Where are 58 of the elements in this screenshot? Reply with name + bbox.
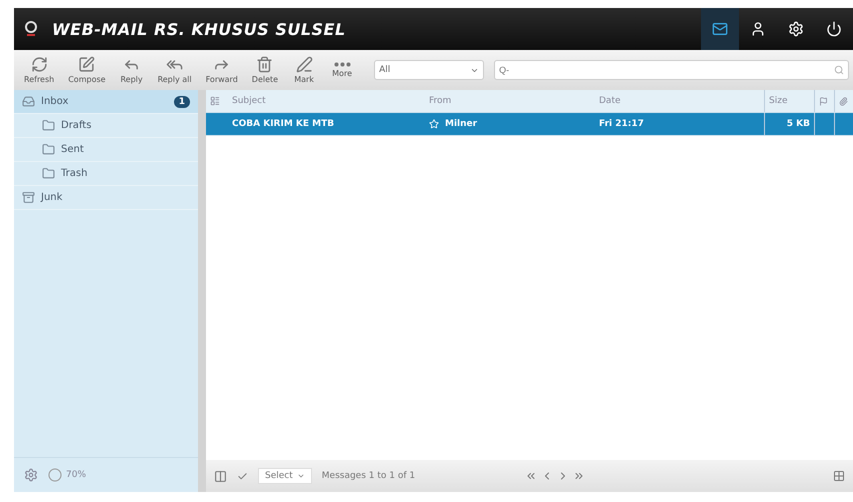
person-icon	[750, 21, 766, 37]
mark-button[interactable]: Mark	[286, 52, 322, 88]
message-size: 5 KB	[786, 119, 810, 129]
first-page-icon[interactable]	[525, 470, 538, 482]
folder-item[interactable]: Junk	[14, 186, 198, 210]
message-row[interactable]: COBA KIRIM KE MTB Milner Fri 21:17 5 KB	[206, 113, 853, 136]
more-button[interactable]: More	[324, 52, 360, 88]
inbox-icon	[22, 95, 35, 108]
folder-icon	[42, 167, 55, 180]
delete-icon	[256, 56, 274, 73]
paperclip-icon	[839, 96, 848, 106]
star-icon[interactable]	[429, 119, 439, 129]
caret-icon	[296, 472, 305, 480]
message-date: Fri 21:17	[599, 119, 644, 129]
app-title: WEB-MAIL RS. KHUSUS SULSEL	[52, 20, 347, 38]
mail-icon	[712, 21, 728, 37]
message-sender: Milner	[445, 119, 478, 129]
compose-button[interactable]: Compose	[62, 52, 112, 88]
threads-icon[interactable]	[833, 470, 845, 482]
settings-icon	[788, 21, 804, 37]
flag-icon	[819, 96, 828, 106]
search-field[interactable]: Q-	[494, 60, 849, 80]
message-subject: COBA KIRIM KE MTB	[232, 119, 334, 129]
message-count: Messages 1 to 1 of 1	[322, 471, 416, 481]
folder-icon	[42, 143, 55, 156]
power-icon	[826, 21, 842, 37]
select-dropdown[interactable]: Select	[258, 468, 312, 484]
forward-button[interactable]: Forward	[200, 52, 244, 88]
refresh-button[interactable]: Refresh	[18, 52, 60, 88]
folder-item[interactable]: Inbox 1	[14, 90, 198, 114]
column-header[interactable]: Subject	[228, 90, 425, 112]
reply-button[interactable]: Reply	[114, 52, 150, 88]
mail-tab[interactable]	[701, 8, 739, 50]
refresh-icon	[30, 56, 48, 73]
filter-select[interactable]: All	[374, 60, 484, 80]
check-icon[interactable]	[237, 470, 248, 482]
mark-icon	[296, 56, 313, 73]
folder-item[interactable]: Drafts	[14, 114, 198, 138]
unread-count: 1	[174, 96, 190, 108]
column-header[interactable]: Date	[595, 90, 765, 112]
delete-button[interactable]: Delete	[246, 52, 284, 88]
tray-icon	[22, 191, 35, 204]
column-header[interactable]: From	[425, 90, 595, 112]
list-options-icon[interactable]	[210, 96, 220, 106]
settings-icon[interactable]	[24, 468, 38, 482]
quota-pie-icon	[48, 468, 62, 482]
logo-icon	[24, 20, 38, 38]
last-page-icon[interactable]	[573, 470, 586, 482]
search-icon	[834, 65, 844, 75]
dots-icon	[334, 62, 351, 67]
folder-item[interactable]: Sent	[14, 138, 198, 162]
folder-icon	[42, 119, 55, 132]
column-header[interactable]: Size	[765, 90, 815, 112]
layout-icon[interactable]	[214, 470, 227, 482]
folder-item[interactable]: Trash	[14, 162, 198, 186]
quota-text: 70%	[66, 470, 86, 480]
compose-icon	[78, 56, 96, 73]
replyall-button[interactable]: Reply all	[152, 52, 198, 88]
